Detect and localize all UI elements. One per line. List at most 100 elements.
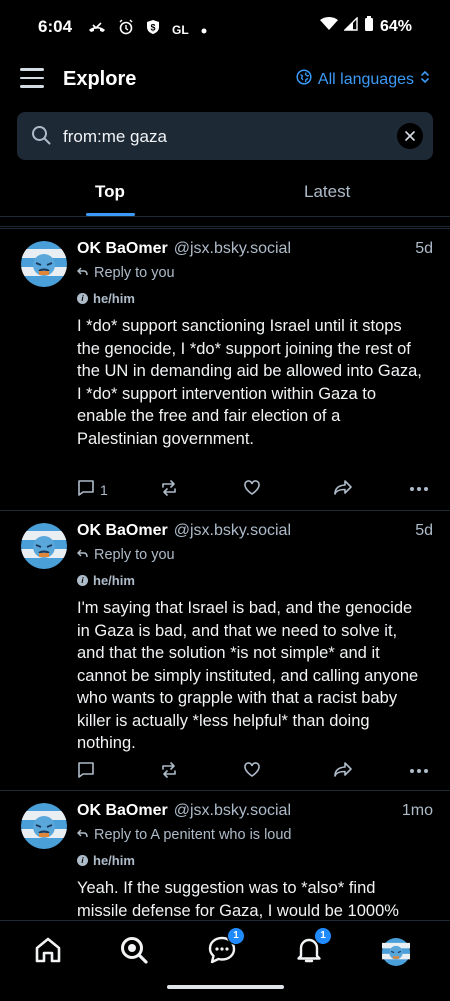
search-bar (17, 112, 433, 162)
reply-arrow-icon (76, 265, 88, 281)
post-text: I'm saying that Israel is bad, and the g… (77, 599, 419, 752)
avatar[interactable] (21, 241, 67, 287)
more-options-button[interactable] (409, 761, 429, 777)
author-handle: @jsx.bsky.social (173, 240, 292, 257)
page-title: Explore (63, 68, 137, 90)
post-time: 5d (415, 522, 433, 539)
search-icon (31, 125, 51, 152)
chat-badge: 1 (227, 927, 245, 945)
shield-dollar-icon: $ (146, 19, 160, 40)
tab-top[interactable]: Top (95, 182, 125, 202)
pronouns: i he/him (77, 573, 135, 588)
post-time: 1mo (401, 802, 433, 819)
alarm-icon (118, 19, 134, 40)
share-icon (333, 479, 353, 499)
reply-label: Reply to you (94, 547, 175, 563)
author-name: OK BaOmer (77, 522, 168, 539)
notifications-badge: 1 (314, 927, 332, 945)
reply-button[interactable]: 1 (77, 479, 108, 500)
gesture-bar[interactable] (167, 985, 284, 989)
author-name: OK BaOmer (77, 240, 168, 257)
repost-icon (159, 479, 179, 500)
share-button[interactable] (333, 761, 353, 781)
bell-icon (294, 938, 324, 969)
repost-button[interactable] (159, 479, 179, 500)
language-label: All languages (317, 70, 414, 88)
like-button[interactable] (243, 479, 261, 499)
pronouns-label: he/him (93, 291, 135, 306)
post-time: 5d (415, 240, 433, 257)
post-item[interactable]: OK BaOmer @jsx.bsky.social 1mo Reply to A… (0, 790, 450, 921)
post-author[interactable]: OK BaOmer @jsx.bsky.social (77, 240, 291, 258)
nav-profile[interactable] (382, 938, 414, 970)
nav-search[interactable] (119, 935, 151, 967)
reply-context[interactable]: Reply to A penitent who is loud (76, 827, 292, 843)
search-icon (119, 937, 149, 969)
tab-latest[interactable]: Latest (304, 182, 350, 202)
reply-button[interactable] (77, 761, 100, 782)
pronouns-label: he/him (93, 853, 135, 868)
menu-icon[interactable] (20, 68, 44, 88)
battery-percent: 64% (379, 17, 412, 35)
reply-arrow-icon (76, 547, 88, 563)
chat-icon (207, 936, 237, 969)
info-icon: i (77, 575, 88, 586)
status-icons-right: 64% (319, 16, 412, 37)
post-item[interactable]: OK BaOmer @jsx.bsky.social 5d Reply to yo… (0, 228, 450, 510)
pronouns: i he/him (77, 853, 135, 868)
reply-context[interactable]: Reply to you (76, 547, 175, 563)
post-author[interactable]: OK BaOmer @jsx.bsky.social (77, 522, 291, 540)
status-icons-left: $ GL (88, 19, 207, 40)
nav-home[interactable] (33, 935, 65, 967)
battery-icon (364, 16, 374, 37)
heart-icon (243, 479, 261, 499)
missed-call-icon (88, 20, 106, 39)
repost-icon (159, 761, 179, 782)
post-text: I *do* support sanctioning Israel until … (77, 317, 422, 448)
home-icon (33, 937, 63, 969)
svg-text:$: $ (150, 23, 155, 33)
avatar[interactable] (21, 803, 67, 849)
post-text: Yeah. If the suggestion was to *also* fi… (77, 879, 399, 920)
like-button[interactable] (243, 761, 261, 781)
reply-count: 1 (100, 481, 108, 498)
reply-context[interactable]: Reply to you (76, 265, 175, 281)
close-icon (405, 128, 415, 145)
share-button[interactable] (333, 479, 353, 499)
status-bar: 6:04 $ GL 64% (0, 0, 450, 56)
divider (0, 226, 450, 227)
signal-icon (343, 16, 358, 36)
clear-search-button[interactable] (397, 123, 423, 149)
post-actions (77, 761, 433, 785)
more-options-button[interactable] (409, 479, 429, 495)
more-icon (409, 479, 429, 495)
globe-icon (296, 69, 312, 90)
author-handle: @jsx.bsky.social (173, 802, 292, 819)
pronouns: i he/him (77, 291, 135, 306)
repost-button[interactable] (159, 761, 179, 782)
app-header: Explore All languages (0, 56, 450, 104)
avatar (382, 938, 410, 970)
dot-icon (201, 21, 207, 39)
post-item[interactable]: OK BaOmer @jsx.bsky.social 5d Reply to yo… (0, 510, 450, 792)
pronouns-label: he/him (93, 573, 135, 588)
wifi-icon (319, 17, 338, 36)
avatar[interactable] (21, 523, 67, 569)
nav-chat[interactable]: 1 (207, 927, 245, 969)
chevron-updown-icon (420, 70, 430, 89)
heart-icon (243, 761, 261, 781)
search-tabs: Top Latest (0, 168, 450, 217)
nav-notifications[interactable]: 1 (294, 927, 332, 969)
comment-icon (77, 479, 95, 500)
share-icon (333, 761, 353, 781)
post-author[interactable]: OK BaOmer @jsx.bsky.social (77, 802, 291, 820)
author-name: OK BaOmer (77, 802, 168, 819)
status-time: 6:04 (38, 17, 73, 36)
search-input[interactable] (61, 112, 365, 162)
tab-indicator (86, 213, 135, 216)
more-icon (409, 761, 429, 777)
info-icon: i (77, 293, 88, 304)
language-selector[interactable]: All languages (296, 69, 430, 90)
reply-label: Reply to you (94, 265, 175, 281)
info-icon: i (77, 855, 88, 866)
